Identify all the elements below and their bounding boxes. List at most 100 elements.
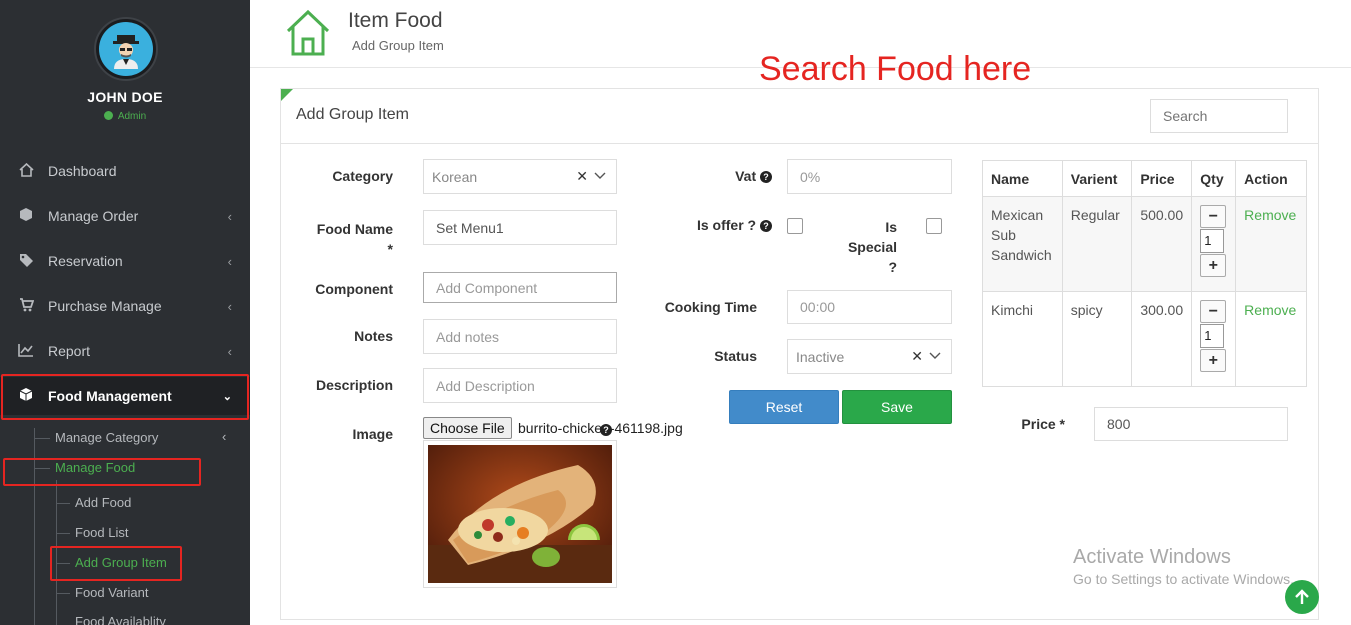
sidebar-item-report[interactable]: Report ‹ bbox=[0, 332, 250, 370]
sidebar-item-label: Dashboard bbox=[48, 163, 117, 179]
avatar[interactable] bbox=[94, 17, 158, 81]
clear-icon[interactable]: ✕ bbox=[576, 168, 588, 185]
tag-icon bbox=[16, 253, 36, 270]
status-select[interactable]: Inactive ✕ bbox=[787, 339, 952, 374]
help-icon[interactable]: ? bbox=[760, 171, 772, 183]
help-icon[interactable]: ? bbox=[760, 220, 772, 232]
tree-line bbox=[56, 503, 70, 504]
save-button[interactable]: Save bbox=[842, 390, 952, 424]
cell-qty: − 1 + bbox=[1191, 196, 1237, 292]
chevron-left-icon: ‹ bbox=[227, 343, 232, 359]
cell-name: Kimchi bbox=[982, 291, 1063, 387]
cell-name: Mexican Sub Sandwich bbox=[982, 196, 1063, 292]
food-image-preview bbox=[423, 440, 617, 588]
is-special-label: Is Special ? bbox=[830, 217, 897, 277]
vat-input[interactable]: 0% bbox=[787, 159, 952, 194]
cell-variant: Regular bbox=[1061, 196, 1133, 292]
qty-decrease-button[interactable]: − bbox=[1200, 205, 1227, 228]
scroll-to-top-button[interactable] bbox=[1285, 580, 1319, 614]
cooking-time-label: Cooking Time bbox=[664, 299, 757, 315]
cooking-time-input[interactable]: 00:00 bbox=[787, 290, 952, 324]
is-special-line: Special bbox=[847, 239, 897, 255]
tree-line bbox=[34, 438, 50, 439]
windows-watermark-title: Activate Windows bbox=[1073, 546, 1231, 568]
sidebar-sub-food-variant[interactable]: Food Variant bbox=[75, 585, 148, 600]
description-label: Description bbox=[315, 377, 393, 393]
required-marker: * bbox=[387, 241, 393, 257]
arrow-up-icon bbox=[1295, 589, 1309, 604]
highlight-box bbox=[50, 546, 182, 581]
vat-label-text: Vat bbox=[735, 168, 757, 184]
qty-input[interactable]: 1 bbox=[1200, 229, 1225, 253]
image-label: Image bbox=[352, 426, 393, 442]
panel-title: Add Group Item bbox=[296, 106, 409, 123]
home-icon bbox=[285, 9, 331, 60]
page-title: Item Food bbox=[348, 9, 443, 32]
sidebar-item-dashboard[interactable]: Dashboard bbox=[0, 152, 250, 190]
cube-icon bbox=[16, 207, 36, 225]
food-name-input[interactable]: Set Menu1 bbox=[423, 210, 617, 245]
qty-increase-button[interactable]: + bbox=[1200, 349, 1227, 372]
table-row: Mexican Sub Sandwich Regular 500.00 − 1 … bbox=[982, 196, 1307, 292]
sidebar-item-reservation[interactable]: Reservation ‹ bbox=[0, 242, 250, 280]
chevron-left-icon: ‹ bbox=[227, 253, 232, 269]
is-offer-label: Is offer ? ? bbox=[680, 217, 772, 233]
page-subtitle: Add Group Item bbox=[352, 38, 444, 53]
qty-increase-button[interactable]: + bbox=[1200, 254, 1227, 277]
reset-button[interactable]: Reset bbox=[729, 390, 839, 424]
sidebar-item-manage-order[interactable]: Manage Order ‹ bbox=[0, 197, 250, 235]
chart-icon bbox=[16, 343, 36, 360]
chevron-left-icon: ‹ bbox=[227, 208, 232, 224]
search-input[interactable] bbox=[1150, 99, 1288, 133]
choose-file-button[interactable]: Choose File bbox=[423, 417, 512, 439]
chevron-left-icon: ‹ bbox=[227, 298, 232, 314]
windows-watermark-subtitle: Go to Settings to activate Windows. bbox=[1073, 571, 1294, 587]
online-status-icon bbox=[103, 111, 113, 120]
price-label: Price * bbox=[1021, 416, 1065, 432]
remove-link[interactable]: Remove bbox=[1244, 207, 1296, 223]
sidebar-sub-food-availability[interactable]: Food Availablity bbox=[75, 614, 166, 625]
burrito-image bbox=[428, 445, 612, 583]
is-special-checkbox[interactable] bbox=[926, 218, 942, 234]
qty-decrease-button[interactable]: − bbox=[1200, 300, 1227, 323]
is-offer-label-text: Is offer ? bbox=[696, 217, 757, 233]
user-avatar-icon bbox=[113, 35, 139, 69]
user-name: JOHN DOE bbox=[87, 89, 163, 105]
column-header-qty: Qty bbox=[1191, 160, 1237, 197]
sidebar-item-purchase-manage[interactable]: Purchase Manage ‹ bbox=[0, 287, 250, 325]
chevron-down-icon bbox=[929, 351, 941, 363]
vat-label: Vat ? bbox=[700, 168, 772, 184]
category-select[interactable]: Korean ✕ bbox=[423, 159, 617, 194]
notes-input[interactable]: Add notes bbox=[423, 319, 617, 354]
sidebar-sub-food-list[interactable]: Food List bbox=[75, 525, 128, 540]
sidebar-sub-add-food[interactable]: Add Food bbox=[75, 495, 131, 510]
sidebar-item-label: Reservation bbox=[48, 253, 123, 269]
component-label: Component bbox=[315, 281, 393, 297]
qty-input[interactable]: 1 bbox=[1200, 324, 1225, 348]
is-offer-checkbox[interactable] bbox=[787, 218, 803, 234]
category-label: Category bbox=[332, 168, 393, 184]
food-name-label: Food Name * bbox=[300, 219, 393, 259]
highlight-box bbox=[3, 458, 201, 486]
cart-icon bbox=[16, 297, 36, 315]
tree-line bbox=[56, 533, 70, 534]
price-input[interactable]: 800 bbox=[1094, 407, 1288, 441]
cell-price: 300.00 bbox=[1131, 291, 1193, 387]
category-selected-value: Korean bbox=[432, 168, 478, 185]
description-input[interactable]: Add Description bbox=[423, 368, 617, 403]
column-header-action: Action bbox=[1235, 160, 1307, 197]
food-name-label-text: Food Name bbox=[316, 221, 393, 237]
annotation-text: Search Food here bbox=[759, 50, 1032, 88]
status-selected-value: Inactive bbox=[796, 348, 845, 365]
sidebar-sub-manage-category[interactable]: Manage Category bbox=[55, 430, 158, 445]
user-role-text: Admin bbox=[117, 111, 147, 122]
column-header-price: Price bbox=[1131, 160, 1193, 197]
component-input[interactable]: Add Component bbox=[423, 272, 617, 303]
cell-qty: − 1 + bbox=[1191, 291, 1237, 387]
home-icon bbox=[16, 162, 36, 180]
cell-price: 500.00 bbox=[1131, 196, 1193, 292]
remove-link[interactable]: Remove bbox=[1244, 302, 1296, 318]
user-role: Admin bbox=[0, 111, 250, 122]
clear-icon[interactable]: ✕ bbox=[911, 348, 923, 365]
cursor-help-icon: ? bbox=[600, 421, 612, 437]
